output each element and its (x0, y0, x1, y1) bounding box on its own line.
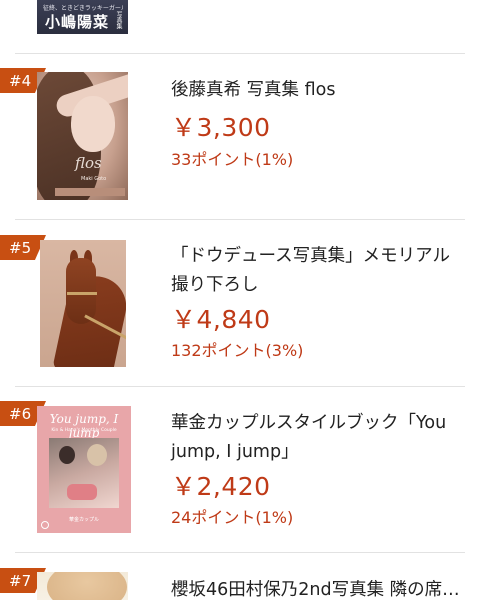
item-4-price: ￥3,300 (171, 113, 271, 142)
item-5-cover[interactable] (40, 240, 126, 367)
item-4-cover[interactable]: flos Maki Goto (37, 72, 128, 200)
divider (15, 53, 465, 54)
cover-illustration (47, 572, 127, 600)
item-6-cover-title: You jump, I jump (49, 412, 119, 440)
item-6-title[interactable]: 華金カップルスタイルブック「You jump, I jump」 (171, 409, 461, 467)
divider (15, 219, 465, 220)
item-3-cover-subtitle: 征終、ときどきラッキーガール◎ (43, 5, 123, 11)
item-6-price: ￥2,420 (171, 472, 271, 501)
divider (15, 386, 465, 387)
item-5-points: 132ポイント(3%) (171, 341, 304, 360)
item-5-price: ￥4,840 (171, 305, 271, 334)
item-6-cover-sub: Kin & Hana's Monthly Couple (51, 428, 117, 433)
publisher-logo-icon (41, 521, 49, 529)
item-4-title[interactable]: 後藤真希 写真集 flos (171, 76, 461, 105)
item-7-title[interactable]: 櫻坂46田村保乃2nd写真集 隣の席… (171, 576, 461, 600)
item-4-points: 33ポイント(1%) (171, 150, 294, 169)
item-4-cover-sub: Maki Goto (81, 176, 107, 182)
ranking-list: 征終、ときどきラッキーガール◎ 小嶋陽菜 写真集 #4 flos Maki Go… (0, 0, 480, 600)
item-6-points: 24ポイント(1%) (171, 508, 294, 527)
item-6-cover[interactable]: You jump, I jump Kin & Hana's Monthly Co… (37, 406, 131, 533)
item-3-cover-tag: 写真集 (115, 11, 122, 29)
item-7-cover[interactable] (37, 572, 128, 600)
divider (15, 552, 465, 553)
item-4-cover-script: flos (75, 154, 102, 172)
item-3-cover[interactable]: 征終、ときどきラッキーガール◎ 小嶋陽菜 写真集 (37, 0, 128, 34)
item-5-title[interactable]: 「ドウデュース写真集」メモリアル撮り下ろし (171, 242, 461, 300)
item-3-cover-name: 小嶋陽菜 (45, 13, 110, 31)
item-6-cover-foot: 華金カップル (68, 517, 99, 523)
